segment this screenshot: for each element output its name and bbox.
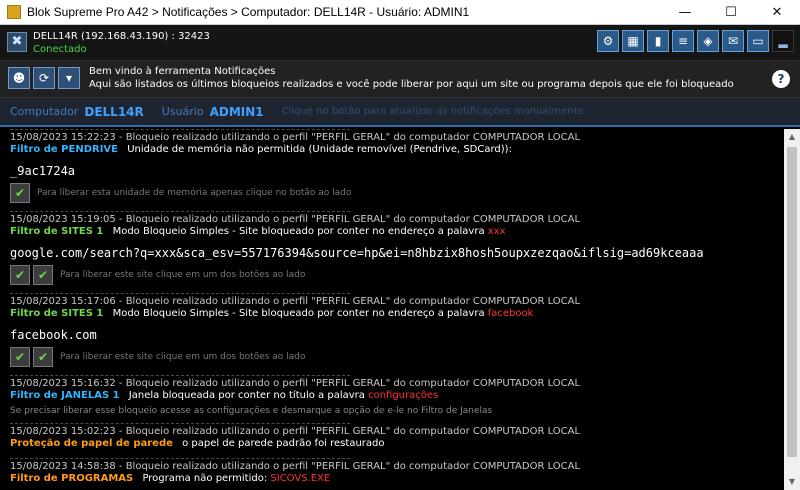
list-item: 15/08/2023 15:17:06 - Bloqueio realizado… xyxy=(0,293,784,369)
grid-icon[interactable]: ▦ xyxy=(622,30,644,52)
window-title: Blok Supreme Pro A42 > Notificações > Co… xyxy=(27,5,470,19)
entry-action-hint: Para liberar esta unidade de memória ape… xyxy=(37,188,352,198)
entry-keyword: xxx xyxy=(487,226,506,237)
entry-description: Modo Bloqueio Simples - Site bloqueado p… xyxy=(112,308,485,319)
entry-filter: Filtro de PROGRAMAS xyxy=(10,473,134,484)
title-bar: Blok Supreme Pro A42 > Notificações > Co… xyxy=(0,0,800,25)
computer-hint: Clique no botão para atualizar as notifi… xyxy=(281,106,584,117)
user-label: Usuário xyxy=(161,105,204,118)
connection-host: DELL14R (192.168.43.190) : 32423 xyxy=(33,31,210,42)
entry-description: Janela bloqueada por conter no título a … xyxy=(128,390,365,401)
user-value[interactable]: ADMIN1 xyxy=(210,105,264,119)
entry-timestamp: 15/08/2023 15:22:23 - Bloqueio realizado… xyxy=(10,132,581,143)
entry-value: google.com/search?q=xxx&sca_esv=55717639… xyxy=(10,246,704,260)
minimize-button[interactable]: — xyxy=(662,0,708,25)
allow-all-icon[interactable]: ✔ xyxy=(33,265,53,285)
entry-keyword: configurações xyxy=(368,390,439,401)
messages-icon[interactable]: ✉ xyxy=(722,30,744,52)
toolbar: ⚙ ▦ ▮ ≡ ◈ ✉ ▭ ▂ xyxy=(597,30,794,52)
allow-icon[interactable]: ✔ xyxy=(10,265,30,285)
signal-icon[interactable]: ▂ xyxy=(772,30,794,52)
entry-description: o papel de parede padrão foi restaurado xyxy=(182,438,385,449)
connection-status: Conectado xyxy=(33,44,87,55)
scroll-down-icon[interactable]: ▼ xyxy=(784,474,800,490)
settings-icon[interactable]: ⚙ xyxy=(597,30,619,52)
list-item: 15/08/2023 15:02:23 - Bloqueio realizado… xyxy=(0,423,784,452)
list-item: 15/08/2023 14:58:38 - Bloqueio realizado… xyxy=(0,458,784,487)
network-icon[interactable]: ✖ xyxy=(7,32,27,52)
notification-log: 15/08/2023 15:22:23 - Bloqueio realizado… xyxy=(0,129,784,490)
entry-timestamp: 15/08/2023 15:02:23 - Bloqueio realizado… xyxy=(10,426,581,437)
entry-timestamp: 15/08/2023 15:16:32 - Bloqueio realizado… xyxy=(10,378,581,389)
help-icon[interactable]: ? xyxy=(772,70,790,88)
list-item: 15/08/2023 15:19:05 - Bloqueio realizado… xyxy=(0,211,784,287)
list-icon[interactable]: ≡ xyxy=(672,30,694,52)
entry-timestamp: 15/08/2023 14:58:38 - Bloqueio realizado… xyxy=(10,461,581,472)
entry-filter: Filtro de SITES 1 xyxy=(10,226,104,237)
maximize-button[interactable]: ☐ xyxy=(708,0,754,25)
entry-action-hint: Para liberar este site clique em um dos … xyxy=(60,352,306,362)
allow-icon[interactable]: ✔ xyxy=(10,183,30,203)
entry-value: facebook.com xyxy=(10,328,97,342)
entry-timestamp: 15/08/2023 15:19:05 - Bloqueio realizado… xyxy=(10,214,581,225)
entry-filter: Filtro de PENDRIVE xyxy=(10,144,118,155)
record-icon[interactable]: ◈ xyxy=(697,30,719,52)
entry-description: Programa não permitido: xyxy=(142,473,268,484)
close-button[interactable]: ✕ xyxy=(754,0,800,25)
entry-description: Modo Bloqueio Simples - Site bloqueado p… xyxy=(112,226,485,237)
computer-value[interactable]: DELL14R xyxy=(84,105,143,119)
monitor-icon[interactable]: ▭ xyxy=(747,30,769,52)
entry-note: Se precisar liberar esse bloqueio acesse… xyxy=(10,406,493,416)
info-title: Bem vindo à ferramenta Notificações xyxy=(89,66,276,77)
connection-bar: ✖ DELL14R (192.168.43.190) : 32423 Conec… xyxy=(0,25,800,61)
info-subtitle: Aqui são listados os últimos bloqueios r… xyxy=(89,79,734,90)
entry-keyword: SICOVS.EXE xyxy=(270,473,331,484)
entry-timestamp: 15/08/2023 15:17:06 - Bloqueio realizado… xyxy=(10,296,581,307)
entry-action-hint: Para liberar este site clique em um dos … xyxy=(60,270,306,280)
entry-value: _9ac1724a xyxy=(10,164,76,178)
entry-filter: Filtro de JANELAS 1 xyxy=(10,390,120,401)
list-item: 15/08/2023 15:22:23 - Bloqueio realizado… xyxy=(0,129,784,205)
filter-icon[interactable]: ▾ xyxy=(58,67,80,89)
users-icon[interactable]: ☻ xyxy=(8,67,30,89)
app-icon xyxy=(7,5,21,19)
entry-keyword: facebook xyxy=(487,308,534,319)
chart-icon[interactable]: ▮ xyxy=(647,30,669,52)
refresh-icon[interactable]: ⟳ xyxy=(33,67,55,89)
list-item: 15/08/2023 15:16:32 - Bloqueio realizado… xyxy=(0,375,784,419)
entry-filter: Proteção de papel de parede xyxy=(10,438,173,449)
scroll-up-icon[interactable]: ▲ xyxy=(784,129,800,145)
entry-description: Unidade de memória não permitida (Unidad… xyxy=(127,144,512,155)
computer-bar: Computador DELL14R Usuário ADMIN1 Clique… xyxy=(0,97,800,127)
allow-all-icon[interactable]: ✔ xyxy=(33,347,53,367)
allow-icon[interactable]: ✔ xyxy=(10,347,30,367)
computer-label: Computador xyxy=(10,105,79,118)
scrollbar[interactable]: ▲ ▼ xyxy=(784,129,800,490)
info-bar: ☻ ⟳ ▾ Bem vindo à ferramenta Notificaçõe… xyxy=(0,61,800,97)
scroll-thumb[interactable] xyxy=(787,147,797,457)
entry-filter: Filtro de SITES 1 xyxy=(10,308,104,319)
